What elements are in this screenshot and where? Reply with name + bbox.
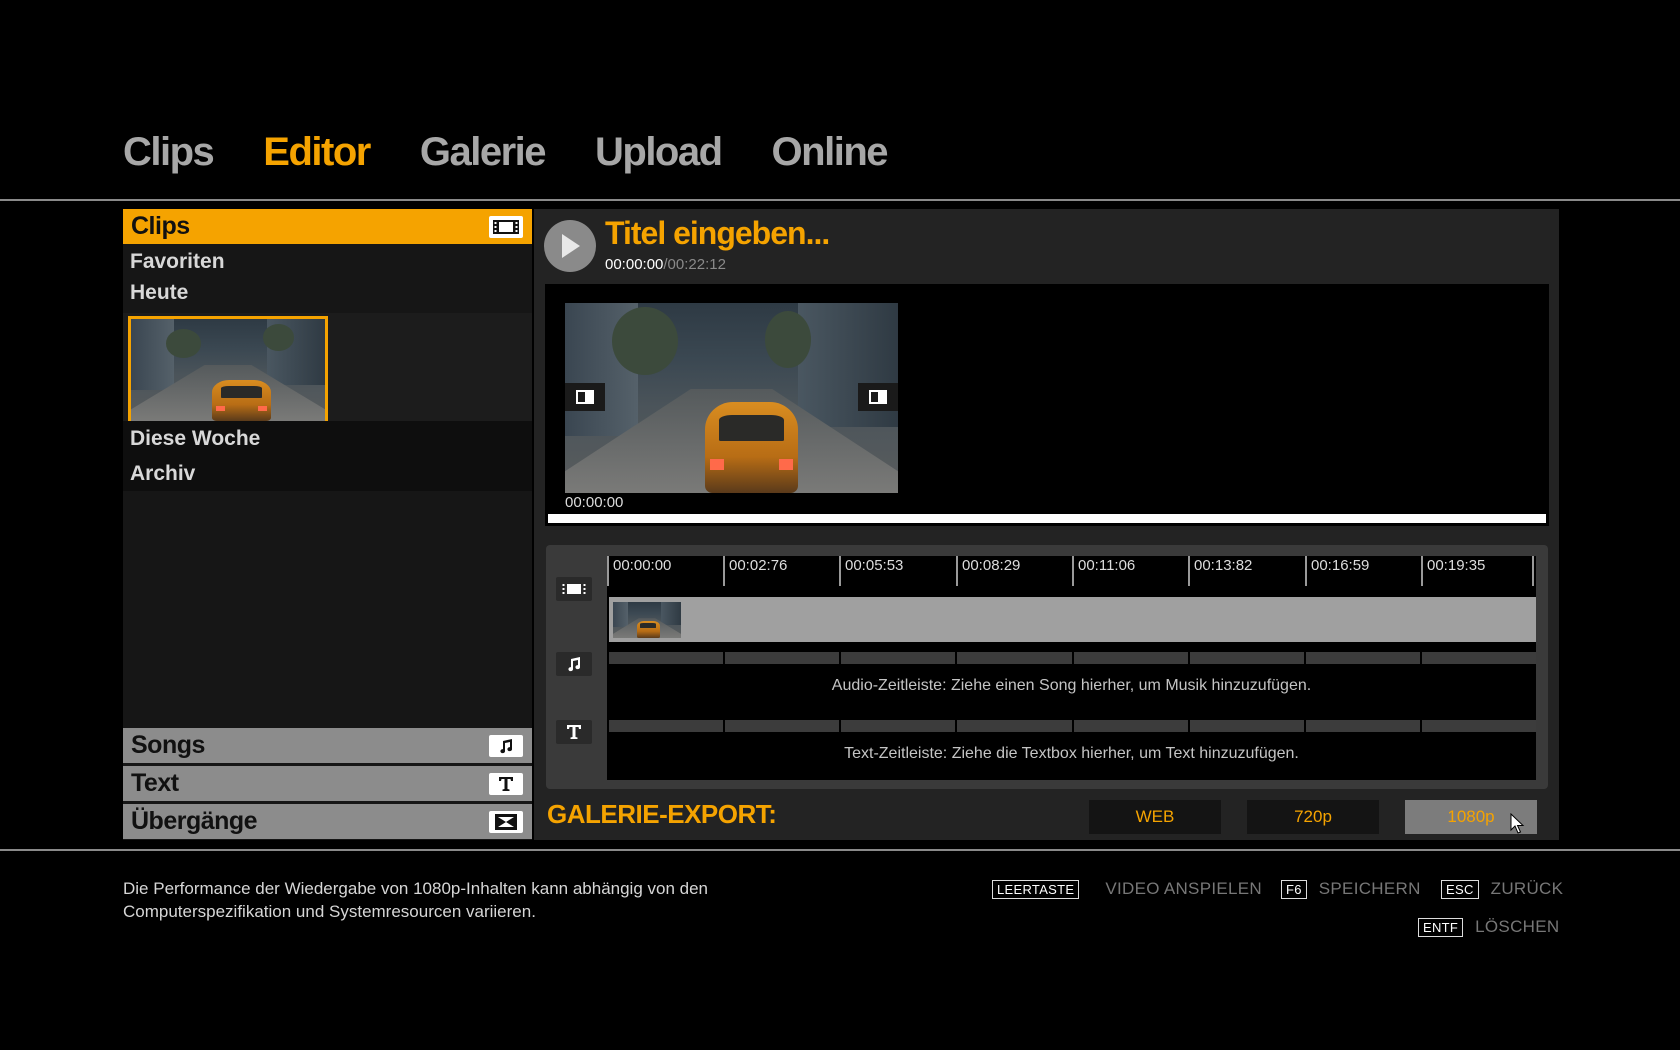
time-current: 00:00:00	[605, 256, 664, 273]
hint-back: ESC ZURÜCK	[1441, 879, 1563, 899]
bottom-divider	[0, 849, 1680, 851]
preview-progress-bar[interactable]	[548, 514, 1546, 523]
list-item-heute[interactable]: Heute	[123, 277, 532, 308]
key-f6[interactable]: F6	[1281, 879, 1307, 899]
music-note-icon	[489, 734, 523, 757]
category-uebergaenge[interactable]: Übergänge	[123, 804, 532, 839]
category-songs[interactable]: Songs	[123, 728, 532, 763]
tab-editor[interactable]: Editor	[263, 130, 371, 180]
action-back[interactable]: ZURÜCK	[1491, 879, 1564, 899]
top-navigation: Clips Editor Galerie Upload Online	[123, 130, 889, 180]
timeline-clip[interactable]	[613, 602, 681, 638]
audio-track-message[interactable]: Audio-Zeitleiste: Ziehe einen Song hierh…	[607, 677, 1536, 695]
ruler-tick: 00:02:76	[723, 556, 787, 586]
tab-clips[interactable]: Clips	[123, 130, 215, 180]
ruler-tick: 00:08:29	[956, 556, 1020, 586]
tab-galerie[interactable]: Galerie	[420, 130, 547, 180]
performance-note: Die Performance der Wiedergabe von 1080p…	[123, 879, 709, 921]
audio-track-music-icon	[556, 652, 592, 676]
trim-start-handle[interactable]	[565, 383, 605, 411]
title-input[interactable]: Titel eingeben...	[605, 215, 830, 252]
audio-track-ruler	[609, 652, 1536, 664]
clip-thumbnail-selected[interactable]	[128, 316, 328, 424]
film-icon	[489, 215, 523, 238]
ruler-tick: 00:00:00	[607, 556, 671, 586]
trim-end-handle[interactable]	[858, 383, 898, 411]
editor-panel: Titel eingeben... 00:00:00/00:22:12 00:0…	[534, 209, 1559, 840]
transition-icon	[489, 810, 523, 833]
list-item-diese-woche[interactable]: Diese Woche	[123, 421, 532, 456]
key-space[interactable]: LEERTASTE	[992, 879, 1080, 899]
hint-save: F6 SPEICHERN	[1281, 879, 1421, 899]
category-clips[interactable]: Clips	[123, 209, 532, 244]
category-text-label: Text	[131, 769, 179, 797]
top-divider	[0, 199, 1680, 201]
preview-area: 00:00:00	[545, 284, 1549, 526]
ruler-tick: 00:05:53	[839, 556, 903, 586]
text-track-message[interactable]: Text-Zeitleiste: Ziehe die Textbox hierh…	[607, 745, 1536, 763]
play-button[interactable]	[544, 220, 596, 272]
text-icon	[489, 772, 523, 795]
text-track-ruler	[609, 720, 1536, 732]
hint-play-video: LEERTASTE VIDEO ANSPIELEN	[992, 879, 1262, 899]
play-icon	[562, 234, 580, 258]
key-esc[interactable]: ESC	[1441, 879, 1479, 899]
ruler-tick: 00:19:35	[1421, 556, 1485, 586]
export-web-button[interactable]: WEB	[1089, 800, 1221, 834]
time-total: /00:22:12	[663, 256, 726, 273]
ruler-tick: 00:11:06	[1072, 556, 1135, 586]
key-del[interactable]: ENTF	[1418, 917, 1464, 937]
timeline: 00:00:00 00:02:76 00:05:53 00:08:29 00:1…	[546, 545, 1548, 789]
category-uebergaenge-label: Übergänge	[131, 807, 258, 835]
video-track-film-icon	[556, 577, 592, 601]
category-text[interactable]: Text	[123, 766, 532, 801]
playback-time: 00:00:00/00:22:12	[605, 256, 726, 273]
category-songs-label: Songs	[131, 731, 205, 759]
clip-row-today	[123, 313, 532, 424]
hint-delete: ENTF LÖSCHEN	[1418, 917, 1559, 937]
category-clips-label: Clips	[131, 212, 190, 240]
action-delete[interactable]: LÖSCHEN	[1475, 917, 1559, 937]
gallery-export-label: GALERIE-EXPORT:	[547, 799, 777, 829]
list-item-archiv[interactable]: Archiv	[123, 456, 532, 491]
ruler-tick: 00:13:82	[1188, 556, 1252, 586]
video-track[interactable]	[609, 597, 1536, 642]
tab-upload[interactable]: Upload	[595, 130, 723, 180]
timeline-tracks: 00:00:00 00:02:76 00:05:53 00:08:29 00:1…	[607, 556, 1536, 780]
action-play-video[interactable]: VIDEO ANSPIELEN	[1105, 879, 1262, 899]
library-panel: Clips Favoriten Heute Diese Woche Archiv…	[123, 209, 532, 840]
ruler-tick: 00:16:59	[1305, 556, 1369, 586]
preview-clip[interactable]	[565, 303, 898, 493]
export-720p-button[interactable]: 720p	[1247, 800, 1379, 834]
ruler-end-tick	[1532, 556, 1534, 586]
tab-online[interactable]: Online	[772, 130, 889, 180]
timeline-ruler[interactable]: 00:00:00 00:02:76 00:05:53 00:08:29 00:1…	[607, 556, 1536, 586]
preview-time: 00:00:00	[565, 494, 624, 511]
list-item-favoriten[interactable]: Favoriten	[123, 246, 532, 277]
action-save[interactable]: SPEICHERN	[1319, 879, 1421, 899]
text-track-text-icon	[556, 720, 592, 744]
